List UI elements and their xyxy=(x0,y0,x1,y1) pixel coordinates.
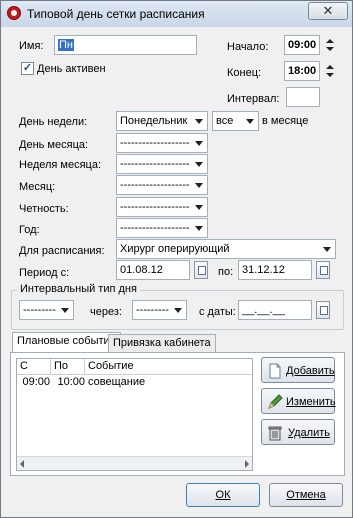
chevron-down-icon xyxy=(246,119,254,124)
dialog-window: Типовой день сетки расписания ✕ Имя: Пн … xyxy=(0,0,353,518)
parity-label: Четность: xyxy=(19,203,69,215)
ok-button[interactable]: ОК xyxy=(186,483,260,507)
spin-up-icon xyxy=(326,39,334,43)
window-title: Типовой день сетки расписания xyxy=(27,7,205,21)
horizontal-scrollbar[interactable] xyxy=(17,456,252,470)
month-day-value: ------------------- xyxy=(120,137,190,149)
edit-button[interactable]: Изменить xyxy=(261,388,336,414)
scroll-left-icon xyxy=(20,460,24,468)
add-button[interactable]: Добавить xyxy=(261,357,335,383)
chevron-down-icon xyxy=(195,183,203,188)
name-field[interactable]: Пн xyxy=(54,35,197,55)
period-to-label: по: xyxy=(218,266,234,278)
spin-down-icon xyxy=(326,73,334,77)
row-to-cell: 10:00 xyxy=(57,376,85,388)
start-label: Начало: xyxy=(227,41,269,53)
month-week-select[interactable]: ------------------- xyxy=(116,154,208,174)
scroll-right-icon xyxy=(245,460,249,468)
tab-room-binding[interactable]: Привязка кабинета xyxy=(108,334,216,353)
chevron-down-icon xyxy=(195,205,203,210)
pencil-icon xyxy=(268,394,283,409)
column-header-to[interactable]: По xyxy=(51,359,85,375)
month-week-label: Неделя месяца: xyxy=(19,159,102,171)
through-label: через: xyxy=(90,306,122,318)
spin-down-icon xyxy=(326,47,334,51)
table-row[interactable]: 09:00 10:00 совещание xyxy=(17,375,252,391)
cancel-button-label: Отмена xyxy=(286,489,326,501)
day-active-checkbox[interactable]: ✓ xyxy=(21,62,34,75)
year-select[interactable]: ------------------- xyxy=(116,218,208,238)
column-header-event[interactable]: Событие xyxy=(85,359,252,375)
chevron-down-icon xyxy=(195,226,203,231)
chevron-down-icon xyxy=(195,141,203,146)
chevron-down-icon xyxy=(195,162,203,167)
weekday-label: День недели: xyxy=(19,116,88,128)
tab-planned-events[interactable]: Плановые события xyxy=(12,332,121,353)
name-label: Имя: xyxy=(19,40,44,52)
chevron-down-icon xyxy=(195,119,203,124)
month-select[interactable]: ------------------- xyxy=(116,175,208,195)
year-label: Год: xyxy=(19,224,40,236)
schedule-select[interactable]: Хирург оперирующий xyxy=(116,239,336,259)
chevron-down-icon xyxy=(174,308,182,313)
year-value: ------------------- xyxy=(120,222,190,234)
period-to-field[interactable]: 31.12.12 xyxy=(238,260,312,280)
app-logo-icon xyxy=(7,6,21,20)
interval-group-title: Интервальный тип дня xyxy=(17,283,140,295)
month-week-value: ------------------- xyxy=(120,158,190,170)
calendar-icon[interactable] xyxy=(316,261,330,279)
cancel-button[interactable]: Отмена xyxy=(269,483,343,507)
month-value: ------------------- xyxy=(120,179,190,191)
spin-up-icon xyxy=(326,65,334,69)
start-time-spinner[interactable] xyxy=(323,35,337,55)
calendar-icon[interactable] xyxy=(194,261,208,279)
new-document-icon xyxy=(269,363,281,379)
weekday-qualifier-select[interactable]: все xyxy=(212,111,259,131)
from-date-field[interactable]: __.__.__ xyxy=(238,300,312,320)
interval-type-value: --------- xyxy=(23,304,56,316)
parity-value: ------------------- xyxy=(120,201,190,213)
column-header-from[interactable]: С xyxy=(17,359,51,375)
month-label: Месяц: xyxy=(19,181,56,193)
through-select[interactable]: --------- xyxy=(132,300,187,320)
month-day-select[interactable]: ------------------- xyxy=(116,133,208,153)
row-from-cell: 09:00 xyxy=(22,376,50,388)
delete-button-label: Удалить xyxy=(288,427,330,439)
add-button-label: Добавить xyxy=(286,365,335,377)
end-time-spinner[interactable] xyxy=(323,61,337,81)
trash-icon xyxy=(268,426,282,441)
parity-select[interactable]: ------------------- xyxy=(116,197,208,217)
interval-type-select[interactable]: --------- xyxy=(19,300,74,320)
weekday-select[interactable]: Понедельник xyxy=(116,111,208,131)
schedule-label: Для расписания: xyxy=(19,245,105,257)
in-month-label: в месяце xyxy=(262,115,309,127)
close-button[interactable]: ✕ xyxy=(308,2,348,20)
ok-button-label: ОК xyxy=(215,489,231,501)
name-value: Пн xyxy=(58,39,74,51)
end-label: Конец: xyxy=(227,67,262,79)
period-from-label: Период с: xyxy=(19,267,70,279)
start-time-field[interactable]: 09:00 xyxy=(284,35,320,55)
through-value: --------- xyxy=(136,304,169,316)
interval-label: Интервал: xyxy=(227,93,280,105)
events-table[interactable]: С По Событие 09:00 10:00 совещание xyxy=(16,358,253,471)
weekday-value: Понедельник xyxy=(120,115,188,127)
row-event-cell: совещание xyxy=(88,376,146,388)
end-time-field[interactable]: 18:00 xyxy=(284,61,320,81)
calendar-icon[interactable] xyxy=(316,301,330,319)
schedule-value: Хирург оперирующий xyxy=(120,243,230,255)
from-date-label: с даты: xyxy=(199,306,236,318)
day-active-label: День активен xyxy=(37,63,106,75)
weekday-qualifier-value: все xyxy=(216,115,234,127)
chevron-down-icon xyxy=(323,247,331,252)
interval-field[interactable] xyxy=(286,87,320,107)
title-bar: Типовой день сетки расписания ✕ xyxy=(1,1,352,27)
chevron-down-icon xyxy=(61,308,69,313)
edit-button-label: Изменить xyxy=(286,396,336,408)
period-from-field[interactable]: 01.08.12 xyxy=(116,260,190,280)
month-day-label: День месяца: xyxy=(19,139,89,151)
delete-button[interactable]: Удалить xyxy=(261,419,335,445)
